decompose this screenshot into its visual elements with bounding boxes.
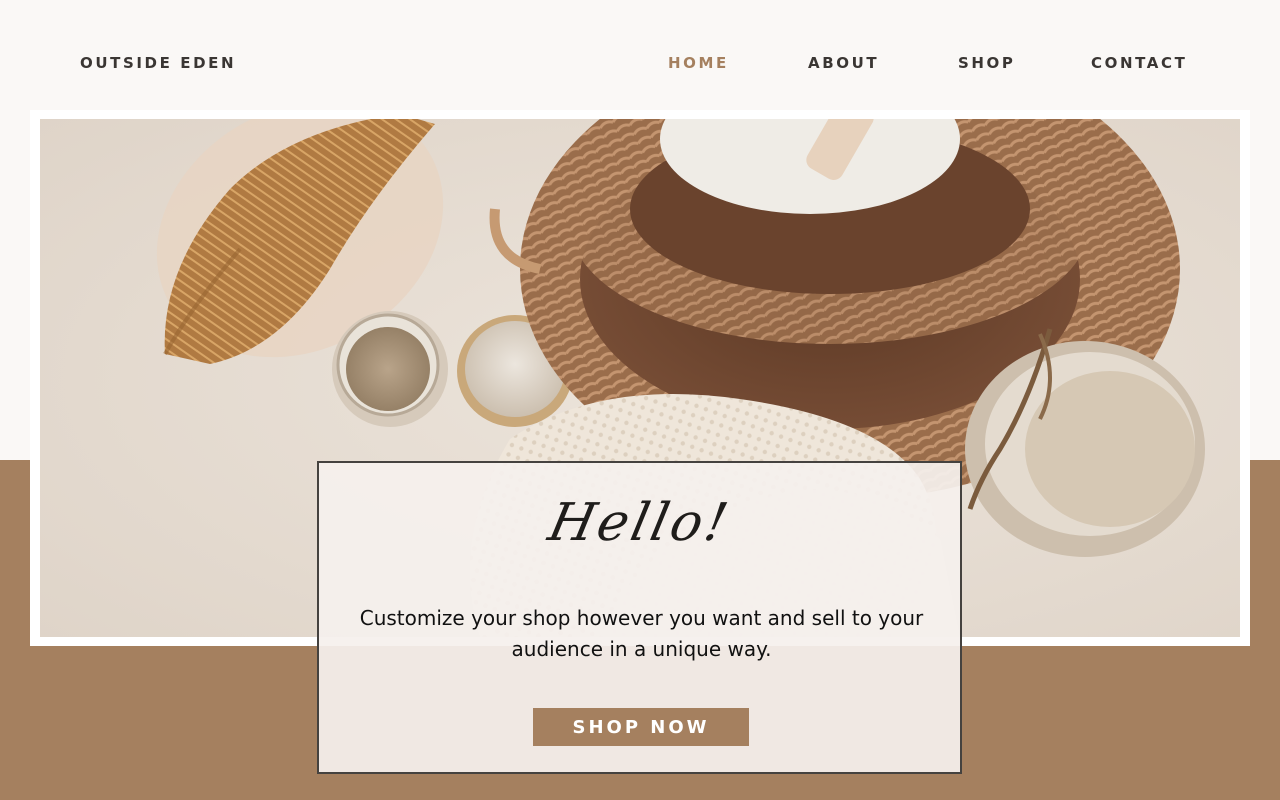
main-nav: HOME ABOUT SHOP CONTACT (0, 54, 1280, 74)
nav-item-shop[interactable]: SHOP (958, 54, 1016, 72)
greeting-heading: Hello! (543, 493, 736, 553)
shop-now-button[interactable]: SHOP NOW (533, 708, 749, 746)
nav-item-about[interactable]: ABOUT (808, 54, 879, 72)
tagline-text: Customize your shop however you want and… (359, 606, 924, 661)
nav-item-contact[interactable]: CONTACT (1091, 54, 1187, 72)
nav-item-home[interactable]: HOME (668, 54, 729, 72)
hero-card: Hello! Customize your shop however you w… (317, 461, 962, 774)
